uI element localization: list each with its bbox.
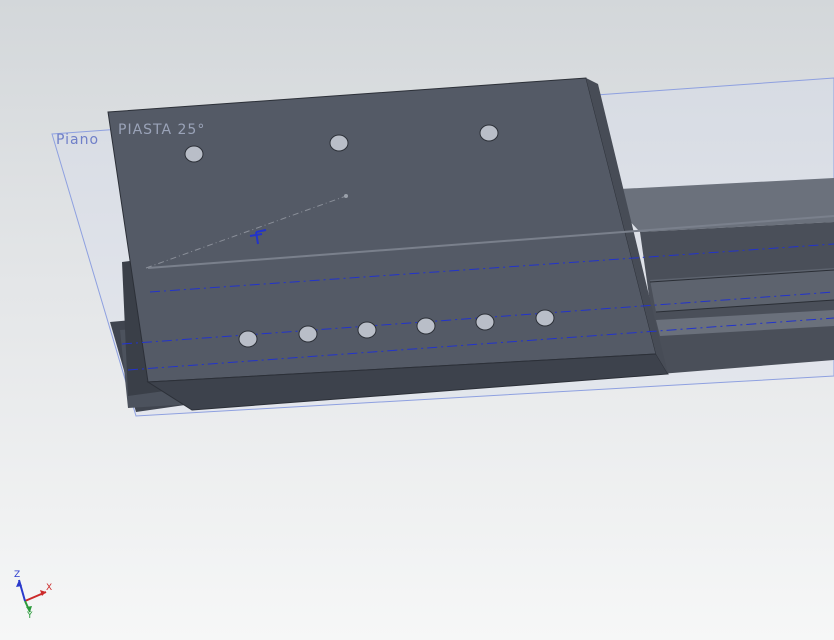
feature-label[interactable]: PIASTA 25° bbox=[118, 122, 205, 138]
hole[interactable] bbox=[475, 313, 495, 331]
hole[interactable] bbox=[416, 317, 436, 335]
hole[interactable] bbox=[357, 321, 377, 339]
hole[interactable] bbox=[535, 309, 555, 327]
triad-z-label: Z bbox=[14, 570, 21, 580]
hole[interactable] bbox=[329, 134, 349, 152]
view-triad[interactable] bbox=[16, 579, 47, 613]
triad-x-label: X bbox=[46, 583, 53, 593]
triad-y-label: Y bbox=[27, 611, 33, 621]
hole[interactable] bbox=[298, 325, 318, 343]
model-canvas[interactable] bbox=[0, 0, 834, 640]
hole[interactable] bbox=[184, 145, 204, 163]
plane-label[interactable]: Piano bbox=[56, 132, 99, 148]
3d-graphics-viewport[interactable]: Piano PIASTA 25° X Z Y bbox=[0, 0, 834, 640]
hole[interactable] bbox=[238, 330, 258, 348]
hole[interactable] bbox=[479, 124, 499, 142]
